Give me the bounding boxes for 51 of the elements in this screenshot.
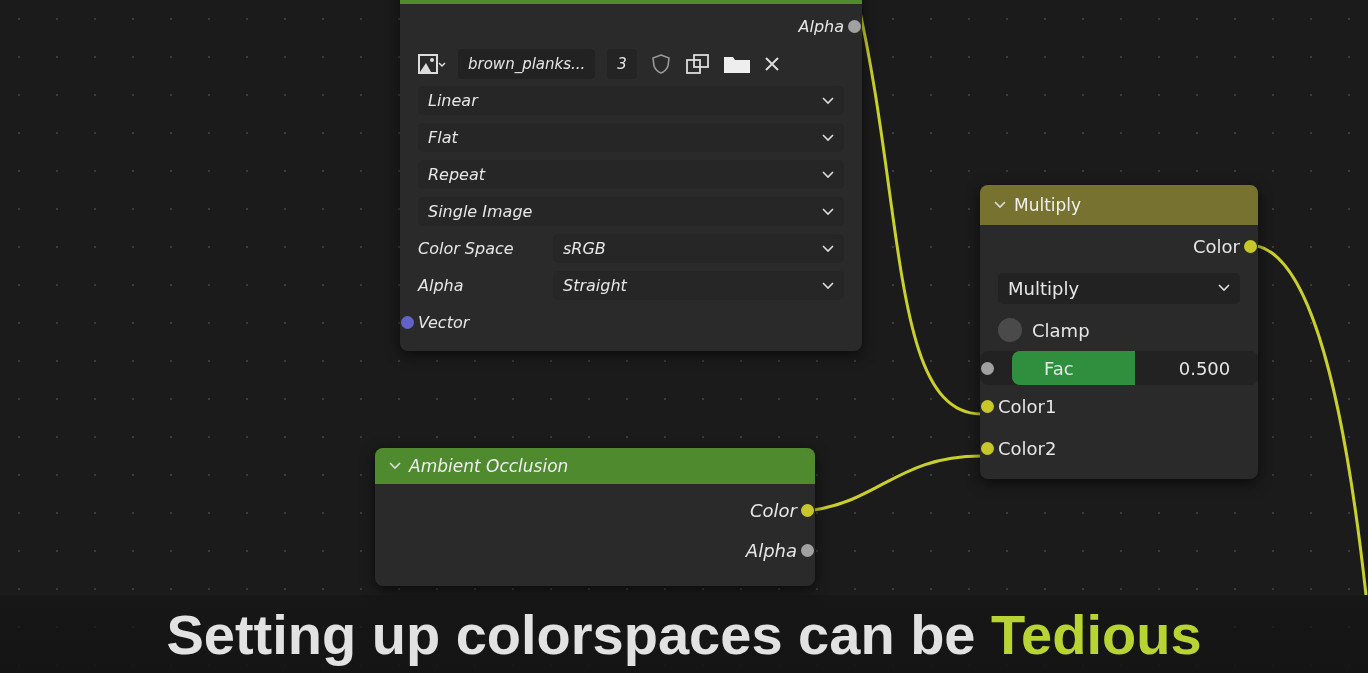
- input-socket[interactable]: [401, 316, 414, 329]
- checkbox-label: Clamp: [1032, 319, 1090, 341]
- collapse-chevron-icon[interactable]: [994, 201, 1006, 209]
- slider-label: Fac: [1044, 357, 1074, 379]
- dropdown[interactable]: Repeat: [418, 160, 844, 189]
- input-socket[interactable]: [981, 361, 994, 375]
- node-panel[interactable]: Multiply Color Multiply Clamp Fac 0.500 Color1 Color2: [980, 185, 1258, 479]
- output-socket[interactable]: [801, 543, 814, 557]
- node-panel[interactable]: Ambient Occlusion Color Alpha: [375, 448, 815, 586]
- socket-label: Alpha: [745, 539, 797, 561]
- socket-label: Vector: [418, 313, 470, 332]
- chevron-down-icon: [822, 244, 834, 253]
- chevron-down-icon: [822, 170, 834, 179]
- checkbox[interactable]: [998, 318, 1022, 342]
- dropdown[interactable]: Multiply: [998, 272, 1240, 304]
- chevron-down-icon: [822, 96, 834, 105]
- collapse-chevron-icon[interactable]: [389, 462, 401, 470]
- dropdown[interactable]: Flat: [418, 123, 844, 152]
- property-label: Color Space: [418, 239, 515, 258]
- socket-label: Color2: [998, 437, 1057, 459]
- input-socket[interactable]: [981, 441, 994, 455]
- dropdown[interactable]: Straight: [553, 271, 844, 300]
- node-header[interactable]: Ambient Occlusion: [375, 448, 815, 484]
- node-title: Multiply: [1014, 195, 1082, 215]
- output-socket[interactable]: [848, 20, 861, 33]
- dropdown[interactable]: Single Image: [418, 197, 844, 226]
- image-name-field[interactable]: brown_planks...: [458, 48, 596, 79]
- output-socket[interactable]: [1244, 239, 1257, 253]
- output-socket[interactable]: [801, 503, 814, 517]
- close-icon[interactable]: [762, 54, 781, 73]
- slider-value: 0.500: [1177, 357, 1232, 379]
- factor-slider[interactable]: Fac 0.500: [1012, 351, 1258, 385]
- dropdown[interactable]: sRGB: [553, 234, 844, 263]
- socket-label: Color1: [998, 395, 1057, 417]
- chevron-down-icon: [822, 281, 834, 290]
- user-count[interactable]: 3: [607, 48, 637, 79]
- node-header[interactable]: Multiply: [980, 185, 1258, 225]
- property-label: Alpha: [418, 276, 465, 295]
- chevron-down-icon: [822, 133, 834, 142]
- duplicate-icon[interactable]: [684, 51, 711, 76]
- socket-label: Color: [750, 499, 797, 521]
- dropdown[interactable]: Linear: [418, 86, 844, 115]
- subtitle-caption: Setting up colorspaces can be Tedious: [166, 601, 1202, 667]
- image-picker-icon[interactable]: [418, 52, 446, 75]
- input-socket[interactable]: [981, 399, 994, 413]
- socket-label: Color: [1193, 235, 1240, 257]
- chevron-down-icon: [1218, 284, 1230, 292]
- node-title: Ambient Occlusion: [409, 456, 569, 476]
- socket-label: Alpha: [798, 17, 844, 36]
- node-panel[interactable]: Alpha brown_planks... 3 Linear Flat Repeat Single Image Color Space sRGB Alpha Straight Vector: [400, 0, 862, 351]
- chevron-down-icon: [822, 207, 834, 216]
